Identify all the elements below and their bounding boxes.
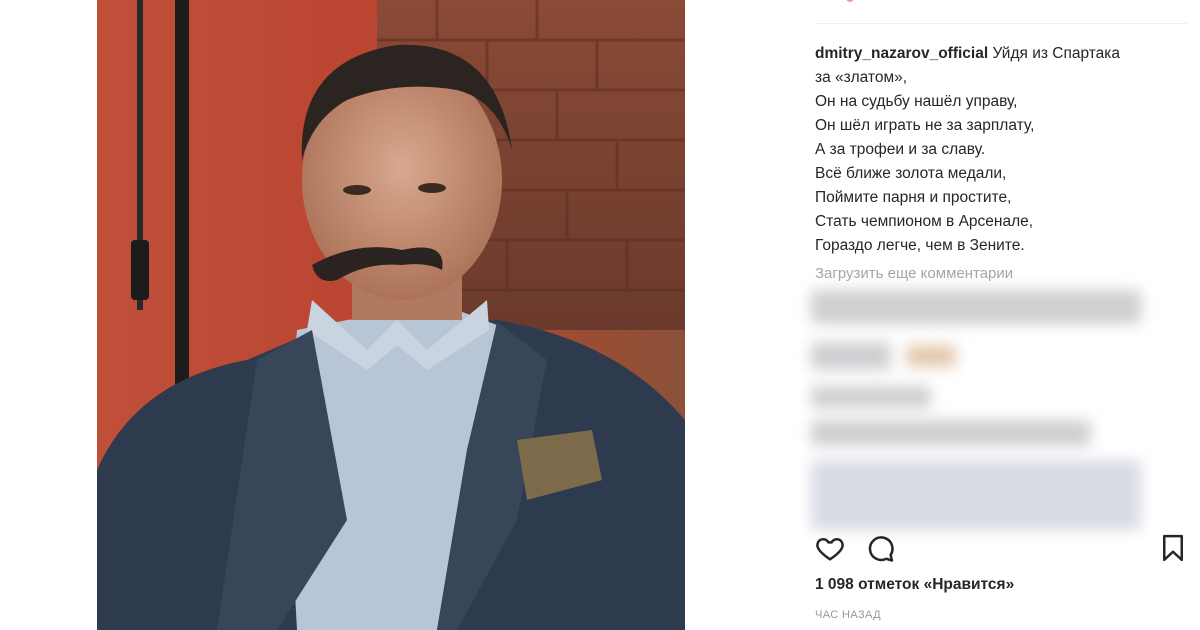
caption-line: А за трофеи и за славу. — [815, 141, 986, 158]
portrait-image — [97, 0, 685, 630]
bookmark-icon[interactable] — [1158, 533, 1188, 563]
username-link[interactable]: dmitry_nazarov_official — [815, 45, 988, 62]
likes-count[interactable]: 1 098 отметок «Нравится» — [815, 576, 1014, 594]
heart-icon[interactable] — [815, 533, 845, 563]
divider — [815, 23, 1187, 24]
caption-first-line: Уйдя из Спартака — [992, 45, 1121, 62]
load-more-comments-link[interactable]: Загрузить еще комментарии — [815, 265, 1013, 282]
post-side-panel: dmitry_nazarov_official Уйдя из Спартака… — [797, 0, 1200, 630]
caption-line: за «златом», — [815, 69, 908, 86]
caption-line: Поймите парня и простите, — [815, 189, 1012, 206]
caption-line: Он на судьбу нашёл управу, — [815, 93, 1018, 110]
comment-icon[interactable] — [865, 533, 895, 563]
post-photo[interactable] — [97, 0, 685, 630]
caption-line: Стать чемпионом в Арсенале, — [815, 213, 1034, 230]
caption-line: Гораздо легче, чем в Зените. — [815, 237, 1025, 254]
post-actions — [815, 533, 1187, 567]
post-caption: dmitry_nazarov_official Уйдя из Спартака… — [815, 42, 1175, 258]
caption-line: Всё ближе золота медали, — [815, 165, 1007, 182]
caption-line: Он шёл играть не за зарплату, — [815, 117, 1035, 134]
avatar[interactable] — [846, 0, 854, 2]
post-timestamp[interactable]: час назад — [815, 609, 881, 621]
blurred-comments — [811, 290, 1141, 530]
